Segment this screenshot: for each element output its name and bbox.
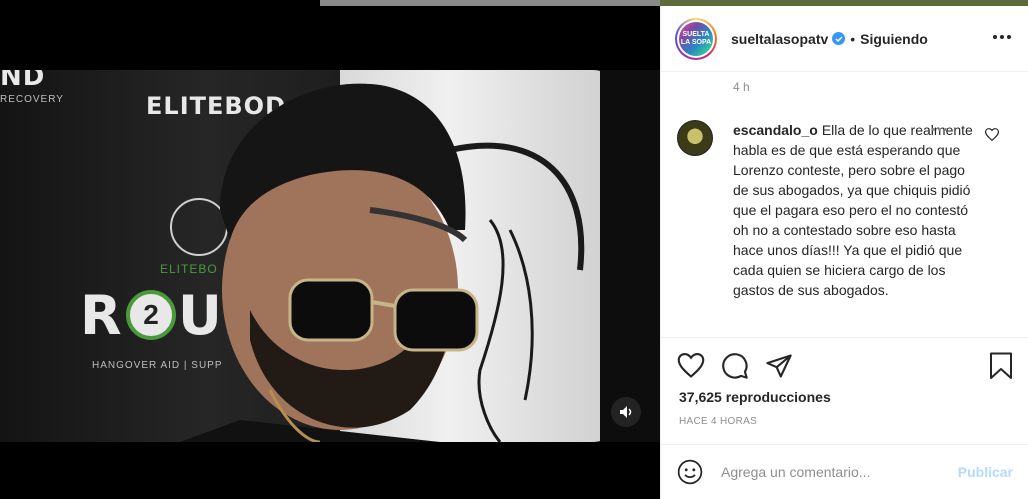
- dot-icon: [932, 128, 935, 131]
- check-icon: [835, 35, 843, 42]
- dot-icon: [938, 128, 941, 131]
- comment-composer: Publicar: [661, 444, 1028, 499]
- comment-input[interactable]: [721, 464, 958, 480]
- dot-icon: [1000, 35, 1004, 39]
- comment-username[interactable]: escandalo_o: [733, 122, 818, 138]
- action-icons: [677, 352, 793, 380]
- more-options-button[interactable]: [993, 35, 1011, 39]
- post-username[interactable]: sueltalasopatv: [731, 31, 828, 47]
- comment-like-heart-icon[interactable]: [985, 128, 999, 141]
- comment-icon[interactable]: [721, 352, 749, 380]
- comment-options-button[interactable]: [932, 128, 947, 131]
- bookmark-icon[interactable]: [989, 352, 1013, 380]
- avatar-text: SUELTA LA SOPA: [680, 30, 712, 46]
- video-player[interactable]: ND RECOVERY ELITEBOD ELITEBO R 2 UN HANG…: [0, 6, 660, 499]
- smiley-icon[interactable]: [677, 459, 703, 485]
- publish-button[interactable]: Publicar: [958, 464, 1013, 480]
- verified-badge-icon: [832, 32, 846, 45]
- avatar-frame: SUELTA LA SOPA: [677, 19, 715, 58]
- post-side-panel: SUELTA LA SOPA sueltalasopatv • Siguiend…: [660, 6, 1028, 499]
- story-ring[interactable]: SUELTA LA SOPA: [675, 17, 717, 60]
- brand-recovery: RECOVERY: [0, 94, 64, 105]
- dot-icon: [1007, 35, 1011, 39]
- comment-text: Ella de lo que realmente habla es de que…: [733, 122, 973, 298]
- comment-avatar[interactable]: [677, 120, 713, 156]
- video-frame[interactable]: ND RECOVERY ELITEBOD ELITEBO R 2 UN HANG…: [0, 70, 660, 442]
- separator-dot: •: [850, 30, 856, 47]
- round-number-badge: 2: [126, 290, 176, 340]
- mute-button[interactable]: [611, 397, 641, 427]
- round-number: 2: [143, 299, 159, 330]
- posted-time[interactable]: HACE 4 HORAS: [679, 416, 757, 427]
- heart-icon[interactable]: [677, 352, 705, 380]
- person-figure: [180, 83, 479, 442]
- following-button[interactable]: Siguiendo: [860, 31, 928, 47]
- dot-icon: [944, 128, 947, 131]
- share-icon[interactable]: [765, 352, 793, 380]
- speaker-icon: [620, 406, 632, 418]
- dot-icon: [993, 35, 997, 39]
- brand-nd: ND: [0, 70, 46, 92]
- brand-round-r: R: [80, 284, 123, 347]
- caption-time-ago: 4 h: [733, 80, 750, 94]
- avatar[interactable]: SUELTA LA SOPA: [679, 21, 713, 56]
- view-count[interactable]: 37,625 reproducciones: [679, 389, 831, 405]
- banner-edge: [600, 70, 660, 442]
- comment-body: escandalo_o Ella de lo que realmente habl…: [733, 120, 973, 300]
- post-header: SUELTA LA SOPA sueltalasopatv • Siguiend…: [661, 6, 1028, 72]
